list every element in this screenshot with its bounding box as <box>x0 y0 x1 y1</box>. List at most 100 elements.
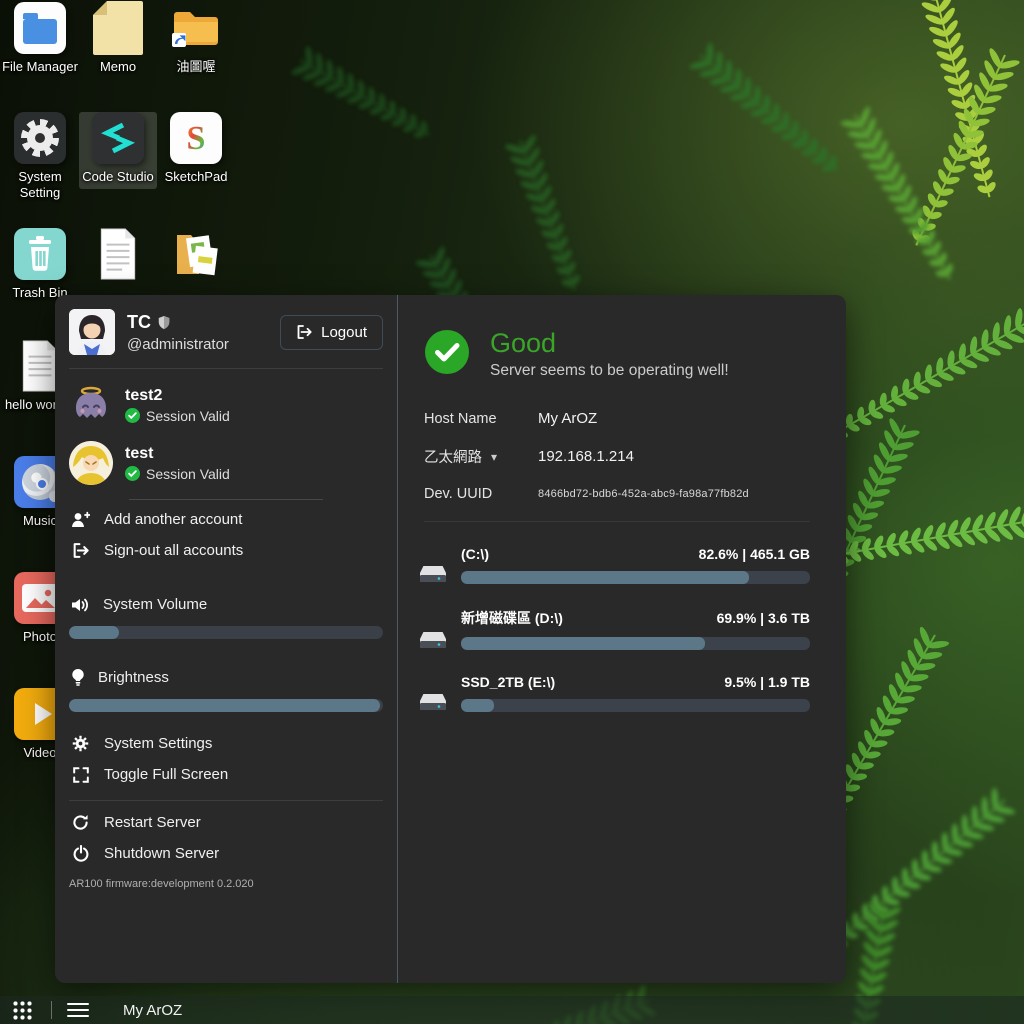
disk-info: 新增磁碟區 (D:\) 69.9% | 3.6 TB <box>461 608 810 650</box>
code-studio-icon <box>92 112 144 164</box>
disk-info: (C:\) 82.6% | 465.1 GB <box>461 546 810 584</box>
server-info-list: Host Name My ArOZ 乙太網路 ▾ 192.168.1.214 D… <box>424 410 810 502</box>
gear-icon <box>14 112 66 164</box>
restart-server-label: Restart Server <box>104 814 201 831</box>
desktop-icon-trash-bin[interactable]: Trash Bin <box>1 228 79 301</box>
disk-row-c[interactable]: (C:\) 82.6% | 465.1 GB <box>418 546 810 584</box>
app-launcher-grid-icon[interactable] <box>12 1000 32 1020</box>
desktop-icon-sketchpad[interactable]: S SketchPad <box>157 112 235 185</box>
icon-label: 油圖喔 <box>176 59 215 75</box>
check-circle-icon <box>125 466 140 481</box>
taskbar-title: My ArOZ <box>123 1002 182 1019</box>
uuid-value: 8466bd72-bdb6-452a-abc9-fa98a77fb82d <box>538 488 749 500</box>
status-subtitle: Server seems to be operating well! <box>490 362 729 380</box>
current-user-name: TC <box>127 312 151 333</box>
brightness-slider[interactable] <box>69 699 383 712</box>
current-user-header: TC @administrator Logout <box>69 309 383 355</box>
taskbar-separator <box>51 1001 52 1019</box>
disk-row-e[interactable]: SSD_2TB (E:\) 9.5% | 1.9 TB <box>418 674 810 712</box>
trash-icon <box>14 228 66 280</box>
document-icon <box>92 228 144 280</box>
hard-drive-icon <box>418 563 448 583</box>
network-interface-label[interactable]: 乙太網路 <box>424 446 482 467</box>
hamburger-menu-icon[interactable] <box>67 999 89 1021</box>
sign-out-icon <box>296 324 312 340</box>
shutdown-server-item[interactable]: Shutdown Server <box>69 838 383 869</box>
logout-button[interactable]: Logout <box>280 315 383 350</box>
current-user-avatar[interactable] <box>69 309 115 355</box>
icon-label: Video <box>23 745 56 761</box>
account-row-test2[interactable]: test2 Session Valid <box>69 383 383 427</box>
volume-slider[interactable] <box>69 626 383 639</box>
disk-name: SSD_2TB (E:\) <box>461 674 555 690</box>
account-row-test[interactable]: test Session Valid <box>69 441 383 485</box>
session-status: Session Valid <box>146 408 230 424</box>
icon-label: File Manager <box>2 59 78 75</box>
network-row: 乙太網路 ▾ 192.168.1.214 <box>424 446 810 467</box>
volume-label: System Volume <box>103 596 207 613</box>
disk-row-d[interactable]: 新增磁碟區 (D:\) 69.9% | 3.6 TB <box>418 608 810 650</box>
taskbar: My ArOZ <box>0 996 1024 1024</box>
disk-usage: 69.9% | 3.6 TB <box>717 610 810 626</box>
signout-all-label: Sign-out all accounts <box>104 542 243 559</box>
folder-with-files-icon <box>170 228 222 280</box>
desktop-icon-code-studio[interactable]: Code Studio <box>79 112 157 189</box>
server-status-section: Good Server seems to be operating well! … <box>398 295 846 983</box>
status-title: Good <box>490 329 729 357</box>
brightness-control: Brightness <box>69 666 383 712</box>
user-menu-section: TC @administrator Logout <box>55 295 398 983</box>
hostname-value: My ArOZ <box>538 410 597 427</box>
fullscreen-icon <box>73 767 89 783</box>
desktop-icon-system-setting[interactable]: System Setting <box>1 112 79 202</box>
disk-usage-bar <box>461 637 810 650</box>
admin-shield-icon <box>157 315 171 330</box>
restart-server-item[interactable]: Restart Server <box>69 807 383 838</box>
disk-usage: 82.6% | 465.1 GB <box>699 546 810 562</box>
disk-usage-bar <box>461 699 810 712</box>
toggle-fullscreen-item[interactable]: Toggle Full Screen <box>69 759 383 790</box>
account-info: test Session Valid <box>125 445 383 482</box>
shutdown-server-label: Shutdown Server <box>104 845 219 862</box>
hard-drive-icon <box>418 629 448 649</box>
toggle-fullscreen-label: Toggle Full Screen <box>104 766 228 783</box>
disk-info: SSD_2TB (E:\) 9.5% | 1.9 TB <box>461 674 810 712</box>
volume-slider-fill <box>69 626 119 639</box>
check-circle-icon <box>125 408 140 423</box>
sign-out-icon <box>72 542 89 559</box>
current-user-info: TC @administrator <box>127 312 280 353</box>
account-avatar-test <box>69 441 113 485</box>
divider <box>424 521 810 522</box>
desktop-icon-memo[interactable]: Memo <box>79 2 157 75</box>
desktop-icon-document[interactable] <box>79 228 157 285</box>
session-status: Session Valid <box>146 466 230 482</box>
server-health-status: Good Server seems to be operating well! <box>424 329 810 380</box>
sketchpad-icon: S <box>170 112 222 164</box>
account-name: test <box>125 445 383 463</box>
memo-note-icon <box>92 2 144 54</box>
restart-icon <box>72 814 89 831</box>
icon-label: Music <box>23 513 57 529</box>
disk-name: 新增磁碟區 (D:\) <box>461 608 563 628</box>
gear-icon <box>72 735 89 752</box>
svg-text:S: S <box>187 120 206 157</box>
divider <box>69 368 383 369</box>
brightness-slider-fill <box>69 699 380 712</box>
system-settings-item[interactable]: System Settings <box>69 728 383 759</box>
volume-control: System Volume <box>69 594 383 639</box>
desktop-icon-folder-copy[interactable] <box>157 228 235 285</box>
add-account-item[interactable]: Add another account <box>69 504 383 535</box>
disk-usage: 9.5% | 1.9 TB <box>724 674 810 690</box>
brightness-label: Brightness <box>98 669 169 686</box>
system-settings-label: System Settings <box>104 735 212 752</box>
account-avatar-test2 <box>69 383 113 427</box>
desktop-icon-file-manager[interactable]: File Manager <box>1 2 79 75</box>
add-account-label: Add another account <box>104 511 242 528</box>
signout-all-item[interactable]: Sign-out all accounts <box>69 535 383 566</box>
disk-usage-fill <box>461 637 705 650</box>
hostname-label: Host Name <box>424 411 538 427</box>
desktop-icon-oil-folder[interactable]: 油圖喔 <box>157 2 235 75</box>
success-check-circle-icon <box>424 329 470 375</box>
ip-address-value: 192.168.1.214 <box>538 448 634 465</box>
dropdown-caret-icon[interactable]: ▾ <box>491 450 497 464</box>
firmware-version: AR100 firmware:development 0.2.020 <box>69 878 383 890</box>
